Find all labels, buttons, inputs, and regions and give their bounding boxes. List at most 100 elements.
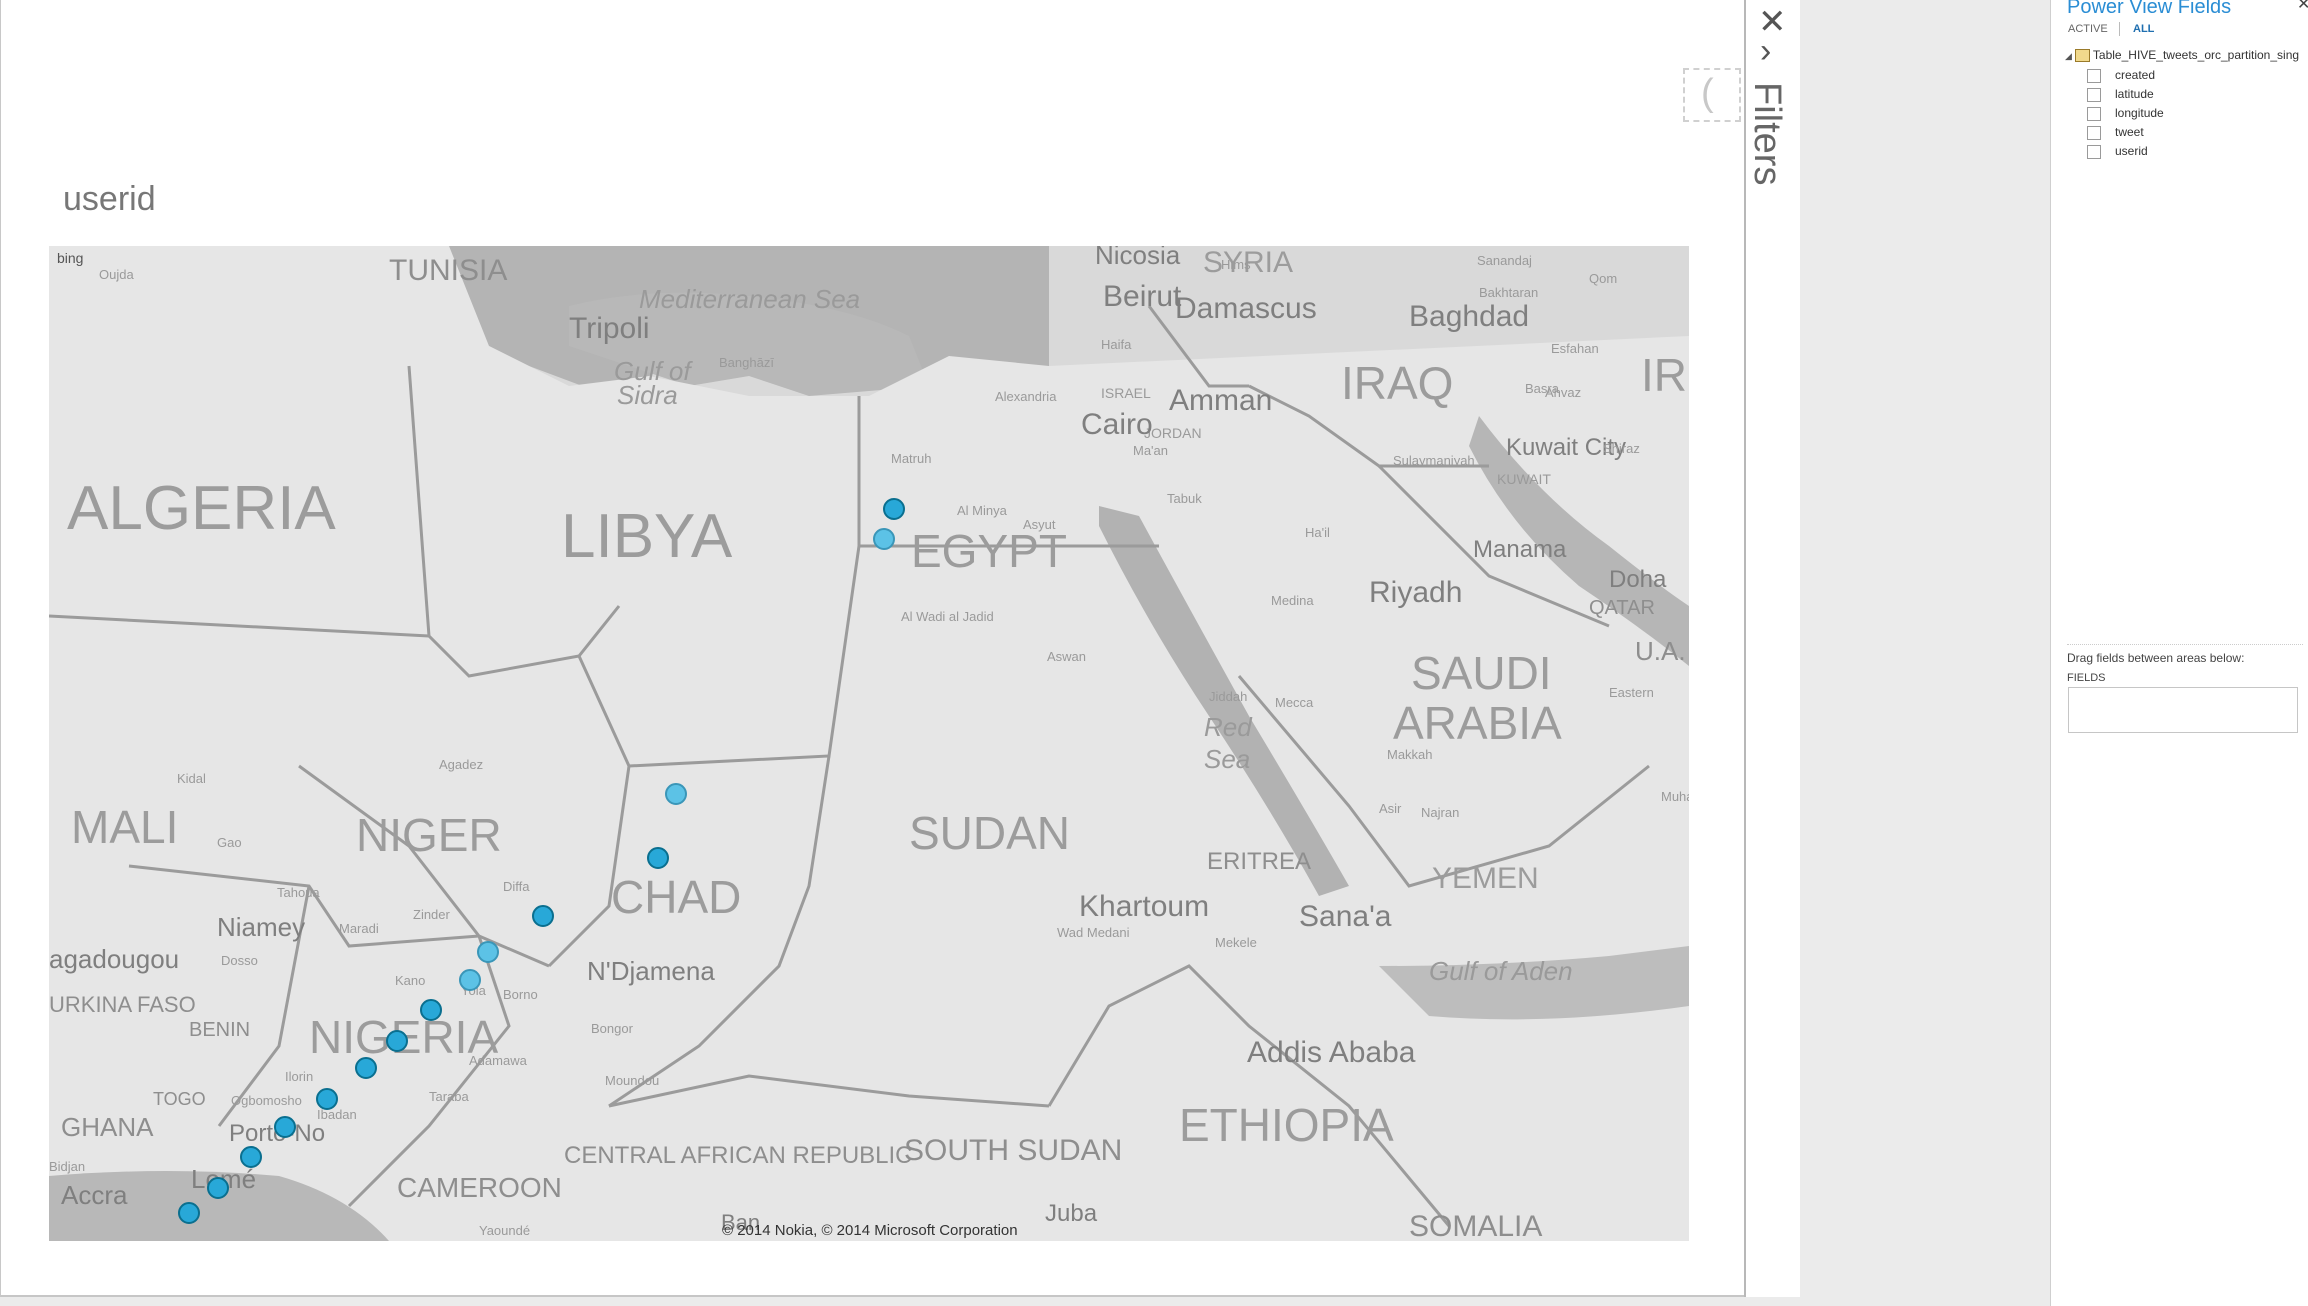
place-label: Adamawa: [469, 1053, 527, 1068]
sea-label: Sidra: [617, 380, 678, 410]
placeholder-glyph: (: [1701, 72, 1714, 114]
place-label: Banghāzī: [719, 355, 774, 370]
place-label: Oujda: [99, 267, 134, 282]
place-label: Sanandaj: [1477, 253, 1532, 268]
field-checkbox[interactable]: [2087, 87, 2101, 102]
sea-label: Mediterranean Sea: [639, 284, 861, 314]
city-label: Juba: [1045, 1200, 1098, 1227]
city-label: Khartoum: [1079, 890, 1210, 923]
visualization-title: userid: [63, 180, 156, 218]
fields-area-label: FIELDS: [2067, 672, 2106, 684]
tweet-point[interactable]: [206, 1176, 229, 1199]
place-label: Matruh: [891, 451, 932, 466]
table-icon: [2074, 49, 2090, 63]
field-item-latitude[interactable]: latitude: [2087, 87, 2154, 102]
field-label: created: [2115, 68, 2156, 82]
filters-label[interactable]: Filters: [1745, 82, 1788, 185]
panel-title: Power View Fields: [2067, 0, 2232, 18]
field-checkbox[interactable]: [2087, 68, 2101, 83]
tweet-point[interactable]: [873, 528, 896, 551]
country-label: QATAR: [1589, 597, 1655, 619]
place-label: Jiddah: [1209, 689, 1248, 704]
map-copyright: © 2014 Nokia, © 2014 Microsoft Corporati…: [722, 1222, 1018, 1239]
place-label: Ibadan: [317, 1107, 357, 1122]
place-label: Mecca: [1275, 695, 1314, 710]
country-label: YEMEN: [1432, 862, 1539, 895]
close-icon[interactable]: ✕: [2297, 0, 2308, 14]
place-label: Najran: [1421, 805, 1460, 820]
tweet-point[interactable]: [883, 497, 906, 520]
place-label: Al Wadi al Jadid: [901, 609, 994, 624]
city-label: Tripoli: [569, 312, 650, 345]
map-visualization[interactable]: bing Mediterranean Sea Gulf of Sidra Red…: [49, 246, 1689, 1241]
place-label: Medina: [1271, 593, 1314, 608]
country-label: KUWAIT: [1497, 471, 1551, 487]
sea-label: Gulf of Aden: [1429, 956, 1573, 986]
fields-drop-area[interactable]: [2068, 687, 2298, 733]
place-label: Eastern: [1609, 685, 1654, 700]
country-label: SOMALIA: [1409, 1210, 1543, 1242]
field-item-tweet[interactable]: tweet: [2087, 125, 2144, 140]
chevron-right-icon[interactable]: ›: [1760, 32, 1771, 71]
place-label: Mekele: [1215, 935, 1257, 950]
field-checkbox[interactable]: [2087, 125, 2101, 140]
city-label: Sana'a: [1299, 900, 1392, 933]
tweet-point[interactable]: [646, 846, 669, 869]
field-checkbox[interactable]: [2087, 106, 2101, 121]
country-label: ARABIA: [1393, 697, 1562, 749]
city-label: Accra: [61, 1180, 128, 1210]
place-label: Dosso: [221, 953, 258, 968]
place-label: Agadez: [439, 757, 484, 772]
filters-pane[interactable]: [1744, 0, 1800, 1297]
tweet-point[interactable]: [274, 1115, 297, 1138]
tweet-point[interactable]: [459, 968, 482, 991]
tab-active[interactable]: ACTIVE: [2068, 23, 2108, 35]
city-label: Doha: [1609, 566, 1667, 593]
country-label: TOGO: [153, 1089, 206, 1109]
place-label: Zinder: [413, 907, 450, 922]
city-label: N'Djamena: [587, 956, 715, 986]
field-label: longitude: [2115, 106, 2164, 120]
tweet-point[interactable]: [315, 1087, 338, 1110]
place-label: Shiraz: [1603, 441, 1640, 456]
country-label: NIGER: [356, 809, 502, 861]
collapse-triangle-icon[interactable]: ◢: [2065, 51, 2072, 61]
field-checkbox[interactable]: [2087, 144, 2101, 159]
city-label: Riyadh: [1369, 576, 1463, 609]
drag-hint: Drag fields between areas below:: [2067, 651, 2245, 665]
divider: [2067, 644, 2303, 645]
place-label: Aswan: [1047, 649, 1087, 664]
field-item-longitude[interactable]: longitude: [2087, 106, 2164, 121]
place-label: Kano: [395, 973, 426, 988]
city-label: Addis Ababa: [1247, 1036, 1416, 1069]
field-item-created[interactable]: created: [2087, 68, 2155, 83]
place-label: Kidal: [177, 771, 206, 786]
tweet-point[interactable]: [664, 783, 687, 805]
field-label: latitude: [2115, 87, 2154, 101]
place-label: Ahvaz: [1545, 385, 1582, 400]
tweet-point[interactable]: [177, 1201, 200, 1224]
tab-divider: [2119, 22, 2120, 36]
place-label: Haifa: [1101, 337, 1132, 352]
city-label: Amman: [1169, 384, 1273, 417]
sea-label: Red: [1204, 712, 1252, 742]
country-label: CHAD: [611, 871, 742, 923]
sea-label: Sea: [1204, 744, 1251, 774]
city-label: agadougou: [49, 944, 180, 974]
country-label: CAMEROON: [397, 1172, 562, 1203]
placeholder-box[interactable]: (: [1683, 68, 1741, 122]
place-label: Muha: [1661, 789, 1689, 804]
tab-all[interactable]: ALL: [2133, 23, 2154, 35]
power-view-fields-panel: Power View Fields ✕ ACTIVE ALL ◢ Table_HI…: [2050, 0, 2308, 1306]
city-label: Nicosia: [1095, 246, 1181, 270]
table-tree-node[interactable]: ◢ Table_HIVE_tweets_orc_partition_sing: [2065, 48, 2299, 63]
place-label: Gao: [217, 835, 242, 850]
city-label: Manama: [1473, 536, 1567, 563]
country-label: MALI: [71, 801, 179, 853]
place-label: Makkah: [1387, 747, 1433, 762]
tweet-point[interactable]: [532, 904, 554, 927]
tweet-point[interactable]: [386, 1029, 409, 1052]
country-label: ERITREA: [1207, 848, 1312, 875]
place-label: Hims: [1221, 257, 1251, 272]
field-item-userid[interactable]: userid: [2087, 144, 2148, 159]
